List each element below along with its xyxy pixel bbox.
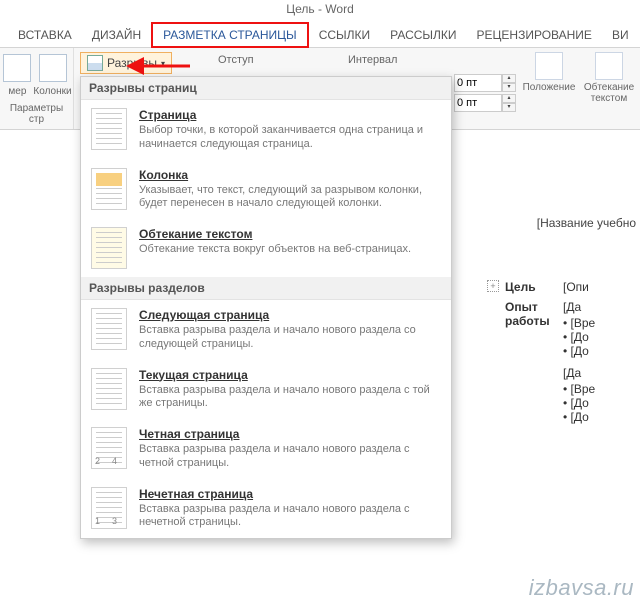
document-area: [Название учебно + Цель [Опи Опыт работы… (505, 208, 640, 430)
break-text-wrap[interactable]: Обтекание текстом Обтекание текста вокру… (81, 219, 451, 277)
section-breaks-header: Разрывы разделов (81, 277, 451, 300)
break-column[interactable]: Колонка Указывает, что текст, следующий … (81, 160, 451, 220)
tab-page-layout[interactable]: РАЗМЕТКА СТРАНИЦЫ (151, 22, 309, 48)
page-setup-label: Параметры стр (6, 103, 67, 125)
num-1: 1 (95, 516, 100, 526)
break-page[interactable]: Страница Выбор точки, в которой заканчив… (81, 100, 451, 160)
ribbon-tabs: ВСТАВКА ДИЗАЙН РАЗМЕТКА СТРАНИЦЫ ССЫЛКИ … (0, 22, 640, 48)
doc-bullet: • [Вре (563, 316, 595, 330)
size-label: мер (8, 86, 26, 97)
doc-institution: [Название учебно (501, 216, 636, 230)
section-next-page[interactable]: Следующая страница Вставка разрыва разде… (81, 300, 451, 360)
interval-label: Интервал (348, 54, 397, 66)
interval-after-input[interactable] (454, 94, 502, 112)
doc-bullet: • [До (563, 410, 595, 424)
tab-design[interactable]: ДИЗАЙН (82, 24, 151, 46)
num-3: 3 (112, 516, 117, 526)
doc-bullet: • [До (563, 330, 595, 344)
continuous-icon (91, 368, 127, 410)
tab-references[interactable]: ССЫЛКИ (309, 24, 380, 46)
position-button[interactable]: Положение (522, 52, 576, 104)
page-break-icon (91, 108, 127, 150)
tab-review[interactable]: РЕЦЕНЗИРОВАНИЕ (467, 24, 602, 46)
spin-down-icon[interactable]: ▾ (502, 83, 516, 92)
spin-up-icon[interactable]: ▴ (502, 74, 516, 83)
section-even-title: Четная страница (139, 427, 441, 441)
breaks-button[interactable]: Разрывы ▾ (80, 52, 172, 74)
text-wrap-break-icon (91, 227, 127, 269)
doc-exp-label: Опыт работы (505, 300, 563, 329)
spin-up-icon[interactable]: ▴ (502, 94, 516, 103)
interval-before-input[interactable] (454, 74, 502, 92)
doc-exp-value-2: [Да (563, 366, 595, 380)
spin-down-icon[interactable]: ▾ (502, 103, 516, 112)
section-cur-title: Текущая страница (139, 368, 441, 382)
section-even-page[interactable]: 2 4 Четная страница Вставка разрыва разд… (81, 419, 451, 479)
doc-bullet: • [До (563, 396, 595, 410)
wrap-text-label: Обтекание текстом (584, 82, 634, 104)
columns-icon[interactable] (39, 54, 67, 82)
next-page-icon (91, 308, 127, 350)
doc-exp-value: [Да (563, 300, 595, 314)
break-page-title: Страница (139, 108, 441, 122)
break-wrap-desc: Обтекание текста вокруг объектов на веб-… (139, 243, 441, 257)
odd-page-icon: 1 3 (91, 487, 127, 529)
even-page-icon: 2 4 (91, 427, 127, 469)
interval-before-spinner[interactable]: ▴▾ (454, 74, 516, 92)
arrange-group: Положение Обтекание текстом (522, 52, 636, 104)
doc-goal-label: Цель (505, 280, 563, 294)
break-wrap-title: Обтекание текстом (139, 227, 441, 241)
window-title: Цель - Word (0, 0, 640, 22)
break-column-title: Колонка (139, 168, 441, 182)
tab-mailings[interactable]: РАССЫЛКИ (380, 24, 466, 46)
section-odd-title: Нечетная страница (139, 487, 441, 501)
page-breaks-header: Разрывы страниц (81, 77, 451, 100)
section-next-desc: Вставка разрыва раздела и начало нового … (139, 324, 441, 352)
position-icon (535, 52, 563, 80)
chevron-down-icon: ▾ (161, 59, 165, 68)
columns-label: Колонки (33, 86, 71, 97)
anchor-icon[interactable]: + (487, 280, 499, 292)
section-cur-desc: Вставка разрыва раздела и начало нового … (139, 384, 441, 412)
breaks-label: Разрывы (107, 56, 157, 70)
break-column-desc: Указывает, что текст, следующий за разры… (139, 184, 441, 212)
wrap-text-icon (595, 52, 623, 80)
size-icon[interactable] (3, 54, 31, 82)
doc-bullet: • [Вре (563, 382, 595, 396)
breaks-dropdown: Разрывы страниц Страница Выбор точки, в … (80, 76, 452, 539)
tab-view[interactable]: ВИ (602, 24, 639, 46)
section-odd-page[interactable]: 1 3 Нечетная страница Вставка разрыва ра… (81, 479, 451, 539)
watermark: izbavsa.ru (529, 575, 634, 601)
doc-bullet: • [До (563, 344, 595, 358)
column-break-icon (91, 168, 127, 210)
section-next-title: Следующая страница (139, 308, 441, 322)
indent-label: Отступ (218, 54, 254, 66)
section-even-desc: Вставка разрыва раздела и начало нового … (139, 443, 441, 471)
position-label: Положение (523, 82, 576, 93)
num-2: 2 (95, 456, 100, 466)
num-4: 4 (112, 456, 117, 466)
breaks-icon (87, 55, 103, 71)
doc-goal-value: [Опи (563, 280, 589, 294)
section-continuous[interactable]: Текущая страница Вставка разрыва раздела… (81, 360, 451, 420)
wrap-text-button[interactable]: Обтекание текстом (582, 52, 636, 104)
section-odd-desc: Вставка разрыва раздела и начало нового … (139, 503, 441, 531)
interval-after-spinner[interactable]: ▴▾ (454, 94, 516, 112)
tab-insert[interactable]: ВСТАВКА (8, 24, 82, 46)
break-page-desc: Выбор точки, в которой заканчивается одн… (139, 124, 441, 152)
